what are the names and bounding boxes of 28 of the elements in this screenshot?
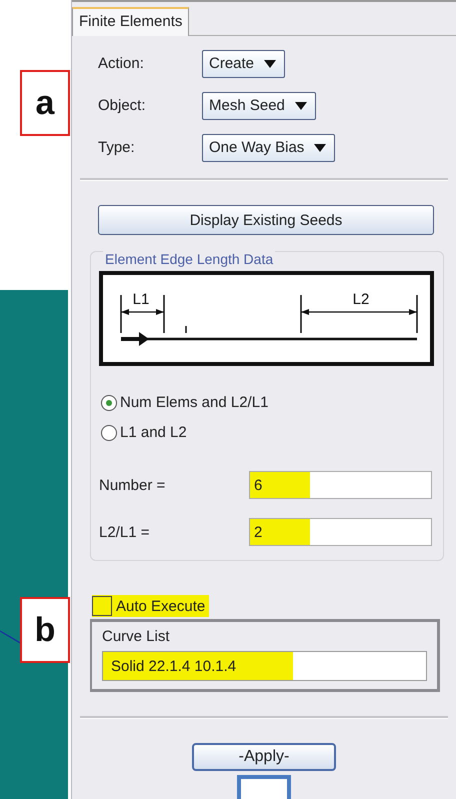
field-label: Curve List <box>102 628 171 646</box>
caret-icon <box>264 60 276 68</box>
caret-icon <box>294 102 307 110</box>
input-field[interactable]: Solid 22.1.4 10.1.4 <box>102 651 427 682</box>
apply-button[interactable]: -Apply- <box>192 743 336 772</box>
radio-option[interactable]: Num Elems and L2/L1 <box>101 394 435 412</box>
highlight-frame <box>237 775 291 799</box>
radio-option[interactable]: L1 and L2 <box>101 424 435 442</box>
field-label: L2/L1 = <box>99 524 150 541</box>
dimension-label: L2 <box>352 291 370 308</box>
tab[interactable]: Finite Elements <box>72 6 190 36</box>
field-label: Action: <box>98 55 145 72</box>
auto-execute-checkbox[interactable]: Auto Execute <box>92 595 210 618</box>
callout-label: a <box>20 70 70 136</box>
dropdown[interactable]: One Way Bias <box>202 134 336 162</box>
field-label: Object: <box>98 97 147 114</box>
dimension-label: L1 <box>132 291 150 308</box>
callout-label: b <box>20 597 70 663</box>
input-field[interactable]: 2 <box>249 518 432 546</box>
display-seeds-button[interactable]: Display Existing Seeds <box>98 204 434 236</box>
dropdown[interactable]: Mesh Seed <box>202 92 316 120</box>
dropdown[interactable]: Create <box>202 50 286 78</box>
input-field[interactable]: 6 <box>249 471 432 500</box>
field-label: Number = <box>99 476 166 494</box>
field-label: Type: <box>98 139 136 156</box>
caret-icon <box>314 144 326 152</box>
wire-line <box>0 630 22 646</box>
group-title: Element Edge Length Data <box>103 251 276 268</box>
